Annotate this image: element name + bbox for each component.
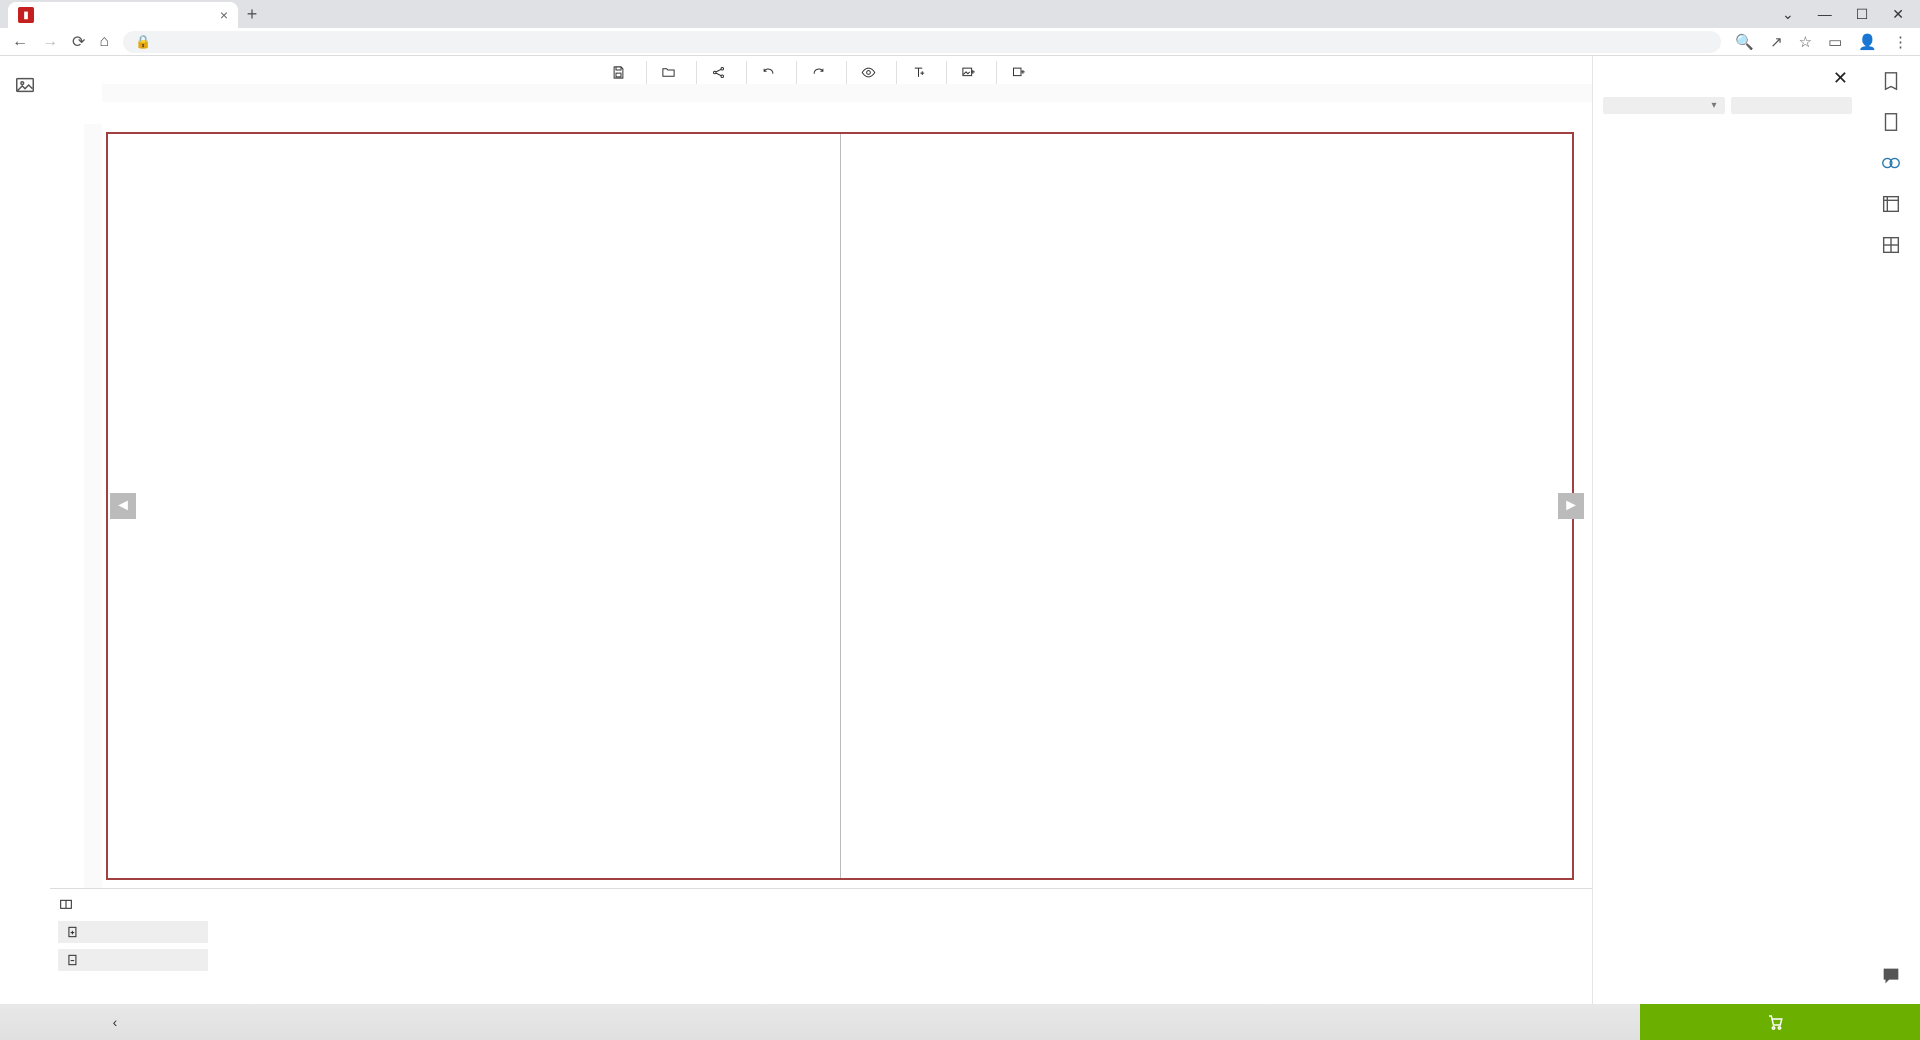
prev-page-button[interactable]: ◄	[110, 493, 136, 519]
back-button[interactable]: ‹	[0, 1014, 240, 1030]
fill-icon	[1011, 65, 1026, 80]
zoom-icon[interactable]: 🔍	[1735, 33, 1754, 51]
rail-layouts[interactable]	[1880, 234, 1902, 259]
close-panel-icon[interactable]: ✕	[1833, 68, 1848, 89]
page-label-left	[102, 102, 847, 124]
window-controls: ⌄ — ☐ ✕	[1782, 0, 1920, 28]
projects-button[interactable]	[647, 61, 697, 84]
next-page-button[interactable]: ►	[1558, 493, 1584, 519]
url-bar: ← → ⟳ ⌂ 🔒 🔍 ↗ ☆ ▭ 👤 ⋮	[0, 28, 1920, 56]
page-label-right	[847, 102, 1592, 124]
forward-nav-icon[interactable]: →	[42, 33, 58, 51]
close-window-icon[interactable]: ✕	[1892, 6, 1904, 23]
pages-thumbs	[220, 889, 1592, 1004]
redo-button[interactable]	[797, 61, 847, 84]
save-button[interactable]	[597, 61, 647, 84]
rail-images[interactable]	[14, 74, 36, 99]
add-image-icon	[961, 65, 976, 80]
cart-icon	[1766, 1013, 1784, 1031]
text-icon	[911, 65, 926, 80]
save-icon	[611, 65, 626, 80]
spread[interactable]	[106, 132, 1574, 880]
rail-page[interactable]	[1880, 111, 1902, 136]
right-rail	[1862, 56, 1920, 1004]
tab-bar: ▮ × + ⌄ — ☐ ✕	[0, 0, 1920, 28]
home-icon[interactable]: ⌂	[99, 33, 109, 51]
undo-button[interactable]	[747, 61, 797, 84]
page-labels	[102, 102, 1592, 124]
star-icon[interactable]: ☆	[1799, 33, 1812, 51]
toolbar	[50, 56, 1592, 84]
add-page-button[interactable]	[58, 921, 208, 943]
maximize-icon[interactable]: ☐	[1856, 6, 1869, 23]
browser-chrome: ▮ × + ⌄ — ☐ ✕ ← → ⟳ ⌂ 🔒 🔍 ↗ ☆ ▭ 👤 ⋮	[0, 0, 1920, 56]
redo-icon	[811, 65, 826, 80]
left-rail	[0, 56, 50, 1004]
page-icon	[1880, 111, 1902, 133]
new-tab-button[interactable]: +	[238, 0, 266, 28]
browser-tab[interactable]: ▮ ×	[8, 2, 238, 28]
pages-controls	[50, 889, 220, 1004]
share-icon	[711, 65, 726, 80]
delete-page-icon	[66, 953, 80, 967]
spread-fold-line	[840, 134, 841, 878]
layouts-icon	[1880, 234, 1902, 256]
add-page-icon	[66, 925, 80, 939]
lock-icon: 🔒	[135, 34, 151, 50]
preview-button[interactable]	[847, 61, 897, 84]
pages-strip	[50, 888, 1592, 1004]
menu-icon[interactable]: ⋮	[1893, 33, 1908, 51]
eye-icon	[861, 65, 876, 80]
delete-page-button[interactable]	[58, 949, 208, 971]
cliparts-icon	[1880, 152, 1902, 174]
image-icon	[14, 74, 36, 96]
canvas-wrap: ◄ ►	[50, 124, 1592, 888]
url-field[interactable]: 🔒	[123, 31, 1721, 53]
rail-article[interactable]	[1880, 70, 1902, 95]
main-column: ◄ ►	[50, 56, 1592, 1004]
share-button[interactable]	[697, 61, 747, 84]
chevron-down-icon[interactable]: ⌄	[1782, 6, 1794, 23]
chat-icon	[1880, 965, 1902, 987]
pages-icon	[58, 897, 74, 913]
undo-icon	[761, 65, 776, 80]
minimize-icon[interactable]: —	[1818, 6, 1832, 22]
profile-icon[interactable]: 👤	[1858, 33, 1877, 51]
folder-icon	[661, 65, 676, 80]
add-image-button[interactable]	[947, 61, 997, 84]
reload-icon[interactable]: ⟳	[72, 32, 85, 52]
ruler-vertical	[84, 124, 102, 888]
article-icon	[1880, 70, 1902, 92]
footer: ‹	[0, 1004, 1920, 1040]
app: ◄ ► ✕	[0, 56, 1920, 1004]
category-dropdown[interactable]	[1603, 97, 1725, 114]
favicon-icon: ▮	[18, 7, 34, 23]
cliparts-grid	[1593, 120, 1862, 1004]
back-arrow-icon: ‹	[113, 1014, 118, 1030]
background-icon	[1880, 193, 1902, 215]
support-chat[interactable]	[1880, 965, 1902, 990]
tab-close-icon[interactable]: ×	[220, 7, 228, 23]
add-text-button[interactable]	[897, 61, 947, 84]
rail-cliparts[interactable]	[1880, 152, 1902, 177]
footer-info	[240, 1020, 1640, 1024]
back-nav-icon[interactable]: ←	[12, 33, 28, 51]
canvas-area[interactable]	[102, 124, 1592, 888]
ruler-horizontal	[102, 84, 1592, 102]
add-to-cart-button[interactable]	[1640, 1004, 1920, 1040]
share-url-icon[interactable]: ↗	[1770, 33, 1783, 51]
search-box[interactable]	[1731, 97, 1853, 114]
cliparts-panel: ✕	[1592, 56, 1862, 1004]
add-fill-button[interactable]	[997, 61, 1046, 84]
panel-icon[interactable]: ▭	[1828, 33, 1842, 51]
rail-background[interactable]	[1880, 193, 1902, 218]
